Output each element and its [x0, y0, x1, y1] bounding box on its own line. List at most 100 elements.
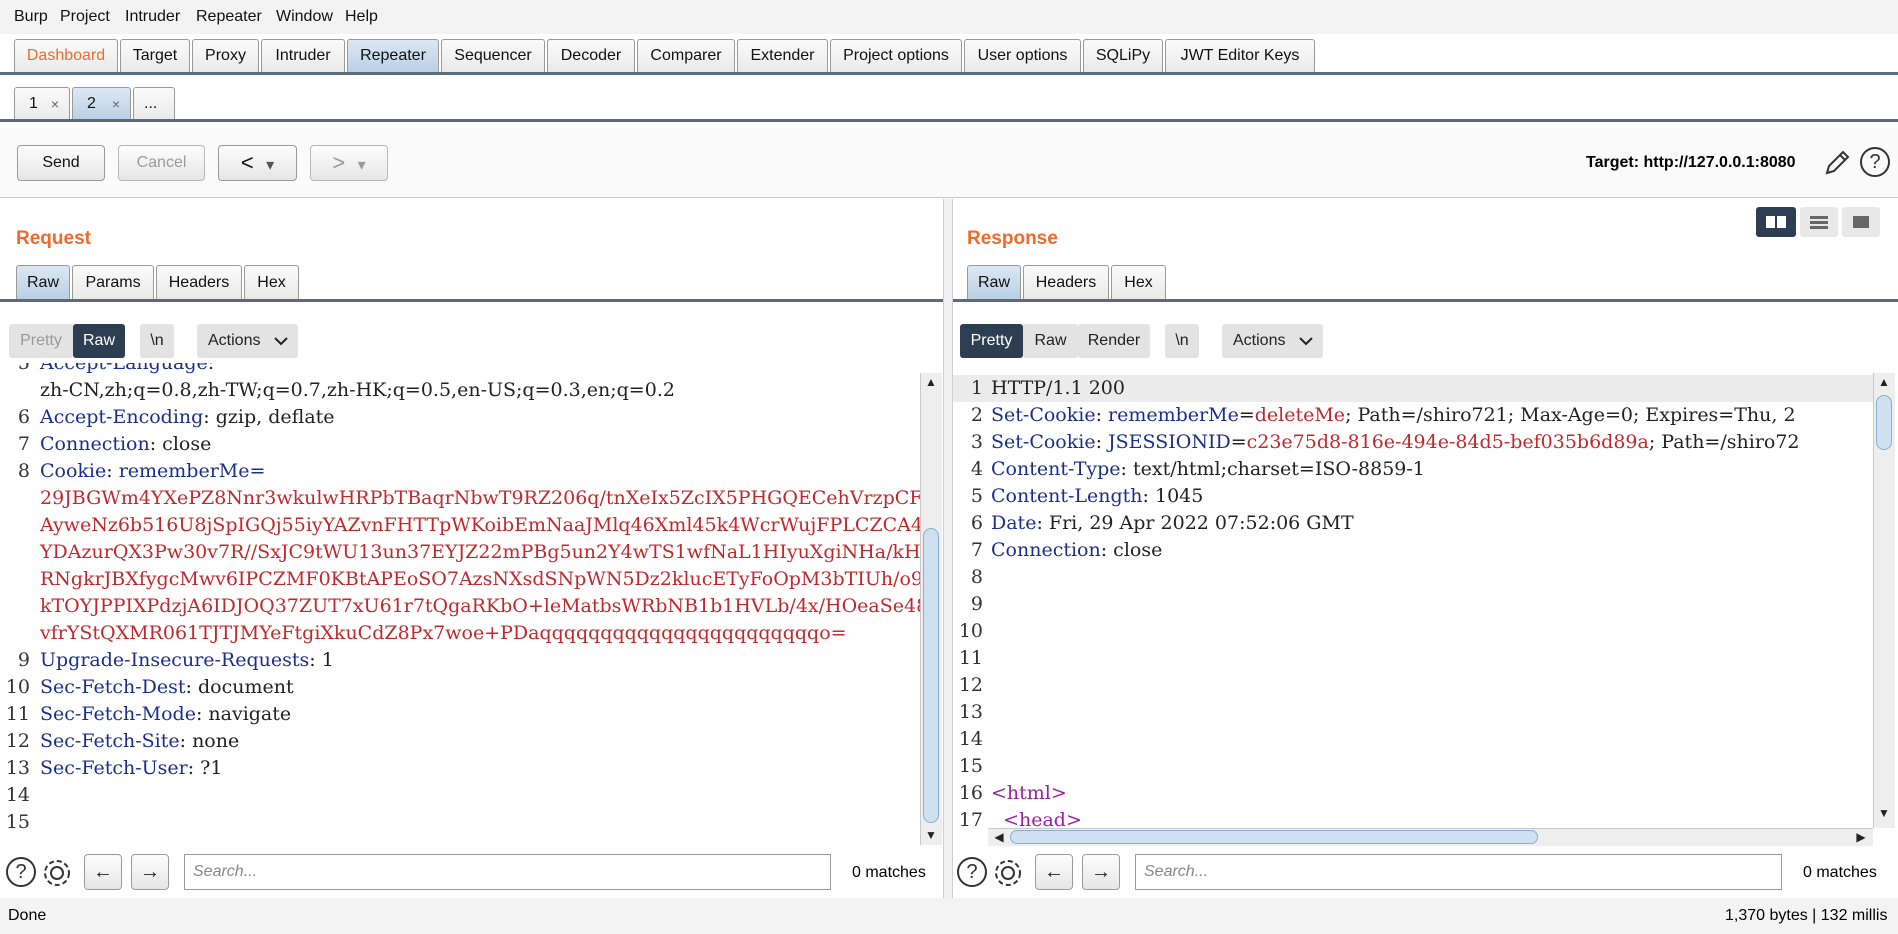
tab-user-options[interactable]: User options	[964, 39, 1081, 73]
scroll-down-icon[interactable]: ▼	[1875, 806, 1893, 820]
line-number: 9	[970, 593, 983, 615]
repeater-tab-2[interactable]: 2 ×	[72, 87, 131, 121]
response-newline-toggle[interactable]: \n	[1165, 324, 1199, 358]
scroll-thumb[interactable]	[1876, 395, 1892, 450]
request-tab-params[interactable]: Params	[72, 265, 154, 300]
response-vertical-scrollbar[interactable]: ▲ ▼	[1873, 373, 1895, 828]
scroll-thumb[interactable]	[1010, 830, 1538, 844]
request-match-count: 0 matches	[852, 864, 926, 881]
panel-divider[interactable]	[943, 199, 953, 898]
tab-decoder[interactable]: Decoder	[547, 39, 635, 73]
request-search-input[interactable]: Search...	[184, 854, 831, 890]
tab-proxy[interactable]: Proxy	[192, 39, 259, 73]
response-horizontal-scrollbar[interactable]: ◀ ▶	[988, 828, 1873, 846]
line-text: Set-Cookie: JSESSIONID=c23e75d8-816e-494…	[991, 429, 1800, 456]
response-raw-toggle[interactable]: Raw	[1023, 324, 1078, 358]
main-tab-bar: Dashboard Target Proxy Intruder Repeater…	[0, 34, 1898, 76]
header-value: ; Path=/shiro721; Max-Age=0; Expires=Thu…	[1345, 404, 1796, 426]
gear-icon[interactable]	[40, 856, 74, 890]
tab-comparer[interactable]: Comparer	[637, 39, 735, 73]
request-actions-dropdown[interactable]: Actions	[197, 324, 298, 358]
line-text: AyweNz6b516U8jSpIGQj55iyYAZvnFHTTpWKoibE…	[40, 512, 920, 539]
line-number: 13	[5, 757, 30, 779]
header-value: text/html;charset=ISO-8859-1	[1126, 458, 1425, 480]
help-icon[interactable]: ?	[1860, 147, 1890, 177]
split-vertical-icon[interactable]	[1800, 207, 1838, 237]
request-newline-toggle[interactable]: \n	[140, 324, 174, 358]
response-search-input[interactable]: Search...	[1135, 854, 1782, 890]
menu-repeater[interactable]: Repeater	[196, 8, 262, 26]
pencil-icon[interactable]	[1822, 148, 1852, 178]
tab-sqlipy[interactable]: SQLiPy	[1083, 39, 1163, 73]
code-line: 9 Upgrade-Insecure-Requests: 1	[0, 647, 920, 674]
tab-extender[interactable]: Extender	[737, 39, 828, 73]
search-next-button[interactable]: →	[1082, 854, 1120, 890]
line-number: 11	[5, 703, 30, 725]
equals: =	[1230, 431, 1247, 453]
menu-project[interactable]: Project	[60, 8, 110, 26]
scroll-right-icon[interactable]: ▶	[1852, 830, 1870, 844]
help-icon[interactable]: ?	[6, 857, 36, 887]
response-tab-raw[interactable]: Raw	[967, 265, 1021, 300]
tab-dashboard[interactable]: Dashboard	[14, 39, 118, 73]
line-number: 9	[17, 649, 30, 671]
menu-burp[interactable]: Burp	[14, 8, 48, 26]
close-icon[interactable]: ×	[112, 88, 120, 120]
line-number: 8	[17, 460, 30, 482]
header-value: RNgkrJBXfygcMwv6IPCZMF0KBtAPEoSO7AzsNXsd…	[40, 568, 920, 590]
menu-help[interactable]: Help	[345, 8, 378, 26]
tab-intruder[interactable]: Intruder	[261, 39, 345, 73]
header-value: kTOYJPPIXPdzjA6IDJOQ37ZUT7xU61r7tQgaRKbO…	[40, 595, 920, 617]
request-editor[interactable]: 5 Accept-Language: zh-CN,zh;q=0.8,zh-TW;q=…	[0, 363, 920, 845]
request-tab-headers[interactable]: Headers	[156, 265, 242, 300]
response-tab-hex[interactable]: Hex	[1111, 265, 1166, 300]
repeater-tab-new[interactable]: ...	[133, 87, 175, 121]
search-previous-button[interactable]: ←	[84, 854, 122, 890]
header-separator: :	[207, 363, 215, 374]
menu-window[interactable]: Window	[276, 8, 333, 26]
search-next-button[interactable]: →	[131, 854, 169, 890]
response-tab-headers[interactable]: Headers	[1023, 265, 1109, 300]
tabs-layout-icon[interactable]	[1842, 207, 1880, 237]
close-icon[interactable]: ×	[51, 88, 59, 120]
code-line: 13	[953, 699, 1873, 726]
chevron-down-icon: ▾	[266, 157, 275, 174]
request-tab-raw[interactable]: Raw	[16, 265, 70, 300]
response-pretty-toggle[interactable]: Pretty	[960, 324, 1023, 358]
send-button[interactable]: Send	[17, 145, 105, 181]
request-tab-hex[interactable]: Hex	[244, 265, 299, 300]
scroll-down-icon[interactable]: ▼	[922, 828, 940, 842]
line-number: 14	[958, 728, 983, 750]
response-actions-dropdown[interactable]: Actions	[1222, 324, 1323, 358]
split-horizontal-icon[interactable]	[1756, 207, 1796, 237]
request-vertical-scrollbar[interactable]: ▲ ▼	[920, 373, 942, 845]
request-raw-toggle[interactable]: Raw	[73, 324, 125, 358]
scroll-up-icon[interactable]: ▲	[1875, 375, 1893, 389]
scroll-up-icon[interactable]: ▲	[922, 375, 940, 389]
tab-target[interactable]: Target	[120, 39, 190, 73]
menu-intruder[interactable]: Intruder	[125, 8, 180, 26]
tab-underline	[0, 72, 1898, 75]
header-value: document	[191, 676, 294, 698]
back-button[interactable]: < ▾	[218, 145, 297, 181]
scroll-left-icon[interactable]: ◀	[990, 830, 1008, 844]
request-pretty-toggle[interactable]: Pretty	[9, 324, 73, 358]
gear-icon[interactable]	[991, 856, 1025, 890]
tab-sequencer[interactable]: Sequencer	[441, 39, 545, 73]
tab-repeater[interactable]: Repeater	[347, 39, 439, 73]
cancel-button[interactable]: Cancel	[118, 145, 205, 181]
help-icon[interactable]: ?	[957, 857, 987, 887]
tab-project-options[interactable]: Project options	[830, 39, 962, 73]
forward-button[interactable]: > ▾	[310, 145, 388, 181]
header-name: Content-Type	[991, 458, 1121, 480]
header-name: Accept-Encoding	[40, 406, 204, 428]
search-previous-button[interactable]: ←	[1035, 854, 1073, 890]
code-line: vfrYStQXMR061TJTJMYeFtgiXkuCdZ8Px7woe+PD…	[0, 620, 920, 647]
code-line: 4 Content-Type: text/html;charset=ISO-885…	[953, 456, 1873, 483]
tab-jwt-editor-keys[interactable]: JWT Editor Keys	[1165, 39, 1315, 73]
response-editor[interactable]: 1 HTTP/1.1 200 2 Set-Cookie: rememberMe=del…	[953, 375, 1873, 828]
scroll-thumb[interactable]	[923, 528, 939, 823]
code-line: 15	[0, 809, 920, 836]
response-render-toggle[interactable]: Render	[1078, 324, 1150, 358]
repeater-tab-1[interactable]: 1 ×	[14, 87, 70, 121]
